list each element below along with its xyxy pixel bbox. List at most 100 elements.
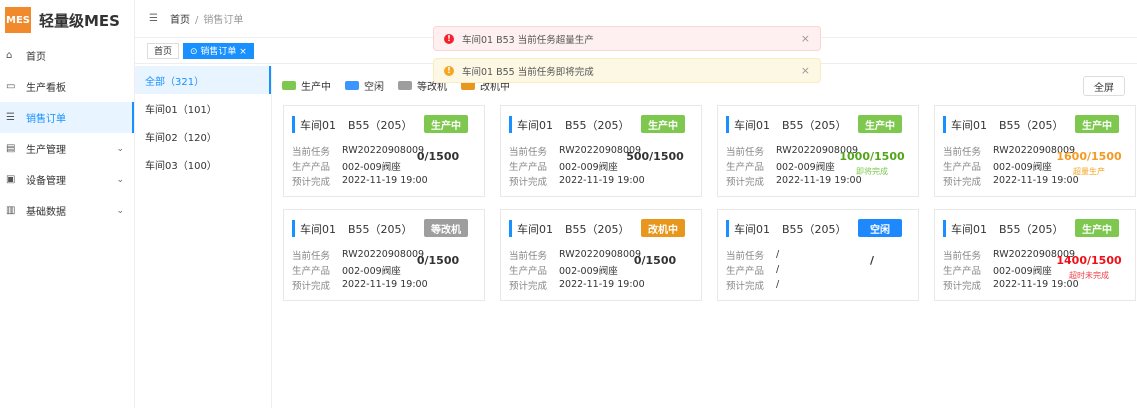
detail-label: 生产产品	[292, 265, 331, 277]
detail-value: 002-009阀座	[776, 161, 835, 173]
detail-label: 预计完成	[726, 176, 765, 188]
sidebar-item[interactable]: ▤ 生产管理 ⌄	[0, 133, 134, 164]
device-icon: ▣	[6, 174, 16, 185]
breadcrumb-home[interactable]: 首页	[170, 15, 190, 26]
monitor-icon: ▭	[6, 81, 16, 92]
status-badge: 生产中	[424, 115, 468, 133]
tab-home[interactable]: 首页	[147, 42, 180, 59]
machine-card[interactable]: 车间01 B55（205） 改机中 当前任务 RW20220908009 生产产品 002-…	[500, 209, 702, 301]
workshop-name: 车间01	[300, 222, 336, 236]
progress-count: 1000/1500	[839, 150, 905, 163]
workshop-item[interactable]: 车间01（101）	[135, 94, 271, 122]
detail-label: 当前任务	[509, 250, 548, 262]
sidebar-item[interactable]: ▣ 设备管理 ⌄	[0, 164, 134, 195]
progress: 1600/1500 超量生产	[1053, 150, 1125, 177]
progress-count: 0/1500	[416, 150, 460, 163]
detail-label: 生产产品	[726, 161, 765, 173]
detail-label: 当前任务	[726, 250, 765, 262]
detail-label: 预计完成	[292, 280, 331, 292]
progress-note: 超量生产	[1073, 167, 1105, 176]
sidebar-item[interactable]: ▥ 基础数据 ⌄	[0, 195, 134, 226]
progress-count: /	[869, 254, 875, 267]
detail-label: 当前任务	[726, 146, 765, 158]
legend-swatch	[282, 81, 296, 90]
tab-sales-order[interactable]: ⊙ 销售订单 ×	[183, 42, 254, 59]
status-badge: 生产中	[858, 115, 902, 133]
logo-mark: MES	[5, 7, 31, 33]
workshop-name: 车间01	[734, 222, 770, 236]
sidebar-item-label: 设备管理	[26, 176, 66, 187]
progress: 1400/1500 超时未完成	[1053, 254, 1125, 281]
progress: 0/1500	[402, 150, 474, 163]
machine-card[interactable]: 车间01 B55（205） 等改机 当前任务 RW20220908009 生产产品 002-…	[283, 209, 485, 301]
progress: /	[836, 254, 908, 267]
logo: MES 轻量级MES	[0, 0, 134, 40]
detail-label: 生产产品	[943, 161, 982, 173]
progress-note: 即将完成	[856, 167, 888, 176]
breadcrumb-separator: /	[194, 15, 199, 26]
progress-count: 1400/1500	[1056, 254, 1122, 267]
legend-label: 空闲	[364, 82, 384, 93]
sidebar-item-label: 首页	[26, 52, 46, 63]
machine-name: B55（205）	[782, 118, 847, 132]
workshop-name: 车间01	[300, 118, 336, 132]
legend-item: 空闲	[345, 78, 384, 93]
sidebar-item-label: 生产看板	[26, 83, 66, 94]
machine-card[interactable]: 车间01 B55（205） 生产中 当前任务 RW20220908009 生产产品 002-…	[717, 105, 919, 197]
notification: ! 车间01 B53 当前任务超量生产 ×	[433, 26, 821, 51]
detail-value: 2022-11-19 19:00	[342, 175, 428, 186]
data-icon: ▥	[6, 205, 16, 216]
progress: 1000/1500 即将完成	[836, 150, 908, 177]
workshop-list: 全部（321） 车间01（101） 车间02（120） 车间03（100）	[135, 66, 272, 408]
detail-value: 002-009阀座	[993, 265, 1052, 277]
machine-name: B55（205）	[999, 222, 1064, 236]
status-badge: 空闲	[858, 219, 902, 237]
machine-name: B55（205）	[782, 222, 847, 236]
workshop-name: 车间01	[517, 118, 553, 132]
progress: 500/1500	[619, 150, 691, 163]
detail-row: 预计完成 2022-11-19 19:00	[509, 173, 693, 188]
chevron-down-icon: ⌄	[116, 143, 124, 154]
detail-label: 生产产品	[292, 161, 331, 173]
progress-count: 0/1500	[416, 254, 460, 267]
detail-value: 002-009阀座	[559, 161, 618, 173]
machine-card[interactable]: 车间01 B55（205） 空闲 当前任务 / 生产产品 / 预计完成 / /	[717, 209, 919, 301]
alert-icon: !	[444, 33, 454, 44]
detail-row: 预计完成 2022-11-19 19:00	[292, 173, 476, 188]
detail-value: /	[776, 279, 780, 290]
machine-card[interactable]: 车间01 B55（205） 生产中 当前任务 RW20220908009 生产产品 002-…	[934, 105, 1136, 197]
detail-value: 002-009阀座	[342, 265, 401, 277]
detail-value: /	[776, 264, 780, 275]
close-icon[interactable]: ×	[801, 32, 810, 45]
detail-row: 预计完成 /	[726, 277, 910, 292]
notification: ! 车间01 B55 当前任务即将完成 ×	[433, 58, 821, 83]
detail-label: 预计完成	[292, 176, 331, 188]
chevron-down-icon: ⌄	[116, 174, 124, 185]
progress-note: 超时未完成	[1069, 271, 1109, 280]
fullscreen-button[interactable]: 全屏	[1083, 76, 1125, 96]
detail-label: 预计完成	[943, 176, 982, 188]
sidebar-item-label: 基础数据	[26, 207, 66, 218]
detail-value: 002-009阀座	[993, 161, 1052, 173]
workshop-item[interactable]: 全部（321）	[135, 66, 271, 94]
breadcrumb-current: 销售订单	[203, 15, 244, 26]
sidebar-item[interactable]: ⌂ 首页	[0, 40, 134, 71]
sidebar-item[interactable]: ▭ 生产看板	[0, 71, 134, 102]
detail-label: 当前任务	[292, 146, 331, 158]
workshop-name: 车间01	[951, 222, 987, 236]
workshop-name: 车间01	[517, 222, 553, 236]
close-icon[interactable]: ×	[801, 64, 810, 77]
detail-label: 预计完成	[509, 280, 548, 292]
detail-label: 预计完成	[726, 280, 765, 292]
machine-card[interactable]: 车间01 B55（205） 生产中 当前任务 RW20220908009 生产产品 002-…	[283, 105, 485, 197]
machine-name: B55（205）	[348, 118, 413, 132]
detail-value: /	[776, 249, 780, 260]
workshop-item[interactable]: 车间03（100）	[135, 150, 271, 178]
machine-card[interactable]: 车间01 B55（205） 生产中 当前任务 RW20220908009 生产产品 002-…	[500, 105, 702, 197]
machine-card[interactable]: 车间01 B55（205） 生产中 当前任务 RW20220908009 生产产品 002-…	[934, 209, 1136, 301]
workshop-item[interactable]: 车间02（120）	[135, 122, 271, 150]
detail-value: 002-009阀座	[559, 265, 618, 277]
sidebar-item[interactable]: ☰ 销售订单	[0, 102, 134, 133]
menu-toggle-icon[interactable]: ☰	[149, 13, 158, 24]
legend-label: 生产中	[301, 82, 331, 93]
